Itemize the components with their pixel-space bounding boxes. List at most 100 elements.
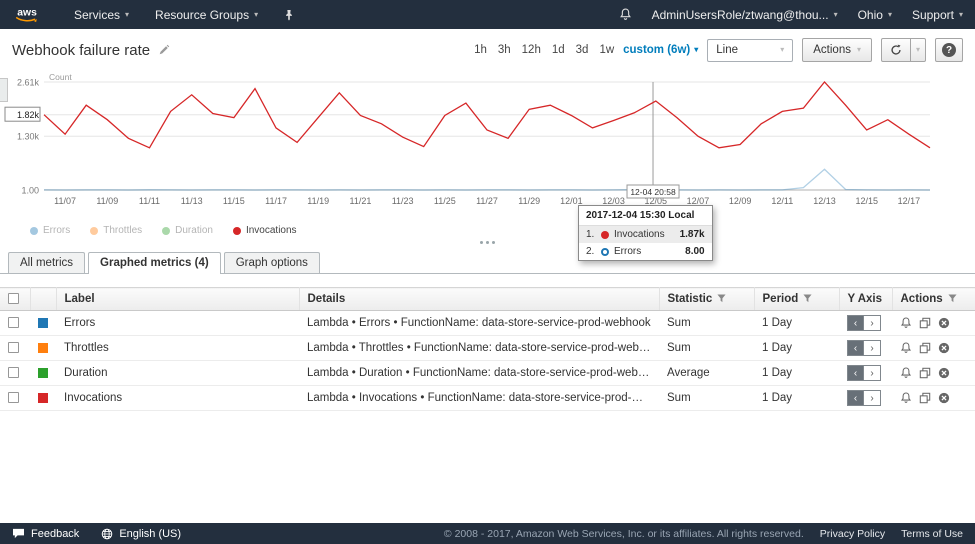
tab-all-metrics[interactable]: All metrics bbox=[8, 252, 85, 273]
y-axis-right-button[interactable]: › bbox=[864, 365, 881, 381]
legend-item-invocations[interactable]: Invocations bbox=[233, 225, 297, 236]
metric-statistic[interactable]: Average bbox=[667, 367, 710, 379]
pin-shortcut-icon[interactable] bbox=[284, 9, 294, 21]
refresh-options-button[interactable]: ▾ bbox=[911, 38, 926, 62]
column-header-statistic[interactable]: Statistic bbox=[659, 288, 754, 311]
duplicate-metric-icon[interactable] bbox=[919, 342, 931, 354]
column-header-period[interactable]: Period bbox=[754, 288, 839, 311]
y-axis-left-button[interactable]: ‹ bbox=[847, 365, 864, 381]
y-axis-right-button[interactable]: › bbox=[864, 315, 881, 331]
y-axis-left-button[interactable]: ‹ bbox=[847, 340, 864, 356]
filter-icon[interactable] bbox=[948, 294, 957, 303]
row-checkbox[interactable] bbox=[8, 317, 19, 328]
legend-item-duration[interactable]: Duration bbox=[162, 225, 213, 236]
remove-metric-icon[interactable] bbox=[938, 367, 950, 379]
legend-dot bbox=[162, 227, 170, 235]
nav-account-menu[interactable]: AdminUsersRole/ztwang@thou... ▾ bbox=[652, 8, 838, 22]
metric-statistic[interactable]: Sum bbox=[667, 317, 691, 329]
row-checkbox[interactable] bbox=[8, 342, 19, 353]
remove-metric-icon[interactable] bbox=[938, 392, 950, 404]
column-header-label: Y Axis bbox=[848, 293, 883, 305]
nav-region-menu[interactable]: Ohio ▾ bbox=[858, 8, 892, 22]
nav-services[interactable]: Services ▾ bbox=[74, 8, 129, 22]
column-header-label: Label bbox=[56, 288, 299, 311]
tooltip-timestamp: 2017-12-04 15:30 Local bbox=[579, 206, 712, 226]
row-checkbox[interactable] bbox=[8, 392, 19, 403]
chart-type-select[interactable]: Line ▾ bbox=[707, 39, 793, 62]
create-alarm-icon[interactable] bbox=[900, 317, 912, 329]
feedback-link[interactable]: Feedback bbox=[12, 528, 79, 540]
metrics-line-chart[interactable]: 2.61k1.82k1.30k1.00Count11/0711/0911/111… bbox=[0, 72, 958, 222]
metric-details-cell: Lambda • Throttles • FunctionName: data-… bbox=[299, 336, 659, 361]
range-1h[interactable]: 1h bbox=[474, 44, 487, 56]
create-alarm-icon[interactable] bbox=[900, 342, 912, 354]
chart-legend: Errors Throttles Duration Invocations bbox=[30, 225, 975, 236]
create-alarm-icon[interactable] bbox=[900, 367, 912, 379]
legend-item-errors[interactable]: Errors bbox=[30, 225, 70, 236]
range-1d[interactable]: 1d bbox=[552, 44, 565, 56]
metric-statistic[interactable]: Sum bbox=[667, 392, 691, 404]
tab-graphed-metrics-4-[interactable]: Graphed metrics (4) bbox=[88, 252, 221, 274]
sidebar-expand-handle[interactable] bbox=[0, 78, 8, 102]
aws-logo[interactable]: aws bbox=[12, 5, 44, 24]
y-axis-right-button[interactable]: › bbox=[864, 390, 881, 406]
copyright-text: © 2008 - 2017, Amazon Web Services, Inc.… bbox=[444, 528, 804, 540]
metric-period[interactable]: 1 Day bbox=[762, 392, 792, 404]
privacy-policy-link[interactable]: Privacy Policy bbox=[820, 528, 885, 540]
duplicate-metric-icon[interactable] bbox=[919, 392, 931, 404]
terms-of-use-link[interactable]: Terms of Use bbox=[901, 528, 963, 540]
help-button[interactable]: ? bbox=[935, 38, 963, 62]
tooltip-series-dot bbox=[601, 248, 609, 256]
metric-period[interactable]: 1 Day bbox=[762, 317, 792, 329]
duplicate-metric-icon[interactable] bbox=[919, 367, 931, 379]
range-3d[interactable]: 3d bbox=[576, 44, 589, 56]
actions-button[interactable]: Actions ▾ bbox=[802, 38, 872, 62]
row-select-cell bbox=[0, 311, 30, 336]
chevron-down-icon: ▾ bbox=[694, 46, 698, 54]
metric-period[interactable]: 1 Day bbox=[762, 367, 792, 379]
refresh-button[interactable] bbox=[881, 38, 911, 62]
chart-type-value: Line bbox=[716, 44, 738, 56]
tooltip-rank: 1. bbox=[586, 229, 596, 240]
y-axis-left-button[interactable]: ‹ bbox=[847, 315, 864, 331]
tooltip-row-invocations: 1.Invocations1.87k bbox=[579, 226, 712, 243]
metric-label-cell: Errors bbox=[56, 311, 299, 336]
column-header-actions[interactable]: Actions bbox=[892, 288, 975, 311]
range-3h[interactable]: 3h bbox=[498, 44, 511, 56]
chart-resize-handle[interactable] bbox=[0, 236, 975, 246]
metric-statistic[interactable]: Sum bbox=[667, 342, 691, 354]
range-12h[interactable]: 12h bbox=[522, 44, 541, 56]
remove-metric-icon[interactable] bbox=[938, 342, 950, 354]
remove-metric-icon[interactable] bbox=[938, 317, 950, 329]
legend-label: Throttles bbox=[103, 225, 142, 236]
x-tick-label: 11/13 bbox=[181, 196, 203, 206]
metric-yaxis-cell: ‹› bbox=[839, 311, 892, 336]
select-all-checkbox[interactable] bbox=[8, 293, 19, 304]
edit-title-pencil-icon[interactable] bbox=[158, 44, 170, 56]
x-tick-label: 11/21 bbox=[349, 196, 371, 206]
nav-resource-groups[interactable]: Resource Groups ▾ bbox=[155, 8, 258, 22]
metric-color-swatch bbox=[38, 368, 48, 378]
row-checkbox[interactable] bbox=[8, 367, 19, 378]
metric-details: Lambda • Throttles • FunctionName: data-… bbox=[307, 342, 659, 354]
filter-icon[interactable] bbox=[803, 294, 812, 303]
notifications-bell-icon[interactable] bbox=[619, 8, 632, 21]
y-axis-left-button[interactable]: ‹ bbox=[847, 390, 864, 406]
nav-services-label: Services bbox=[74, 8, 120, 22]
header-swatch-cell bbox=[30, 288, 56, 311]
y-axis-right-button[interactable]: › bbox=[864, 340, 881, 356]
metric-period[interactable]: 1 Day bbox=[762, 342, 792, 354]
custom-range-button[interactable]: custom (6w) ▾ bbox=[623, 44, 698, 56]
filter-icon[interactable] bbox=[717, 294, 726, 303]
x-tick-label: 12/15 bbox=[855, 196, 878, 206]
x-tick-label: 11/27 bbox=[476, 196, 498, 206]
language-selector[interactable]: English (US) bbox=[101, 528, 181, 540]
tab-graph-options[interactable]: Graph options bbox=[224, 252, 320, 273]
duplicate-metric-icon[interactable] bbox=[919, 317, 931, 329]
create-alarm-icon[interactable] bbox=[900, 392, 912, 404]
legend-item-throttles[interactable]: Throttles bbox=[90, 225, 142, 236]
range-1w[interactable]: 1w bbox=[599, 44, 614, 56]
column-header-label: Actions bbox=[901, 293, 943, 305]
row-select-cell bbox=[0, 386, 30, 411]
nav-support-menu[interactable]: Support ▾ bbox=[912, 8, 963, 22]
